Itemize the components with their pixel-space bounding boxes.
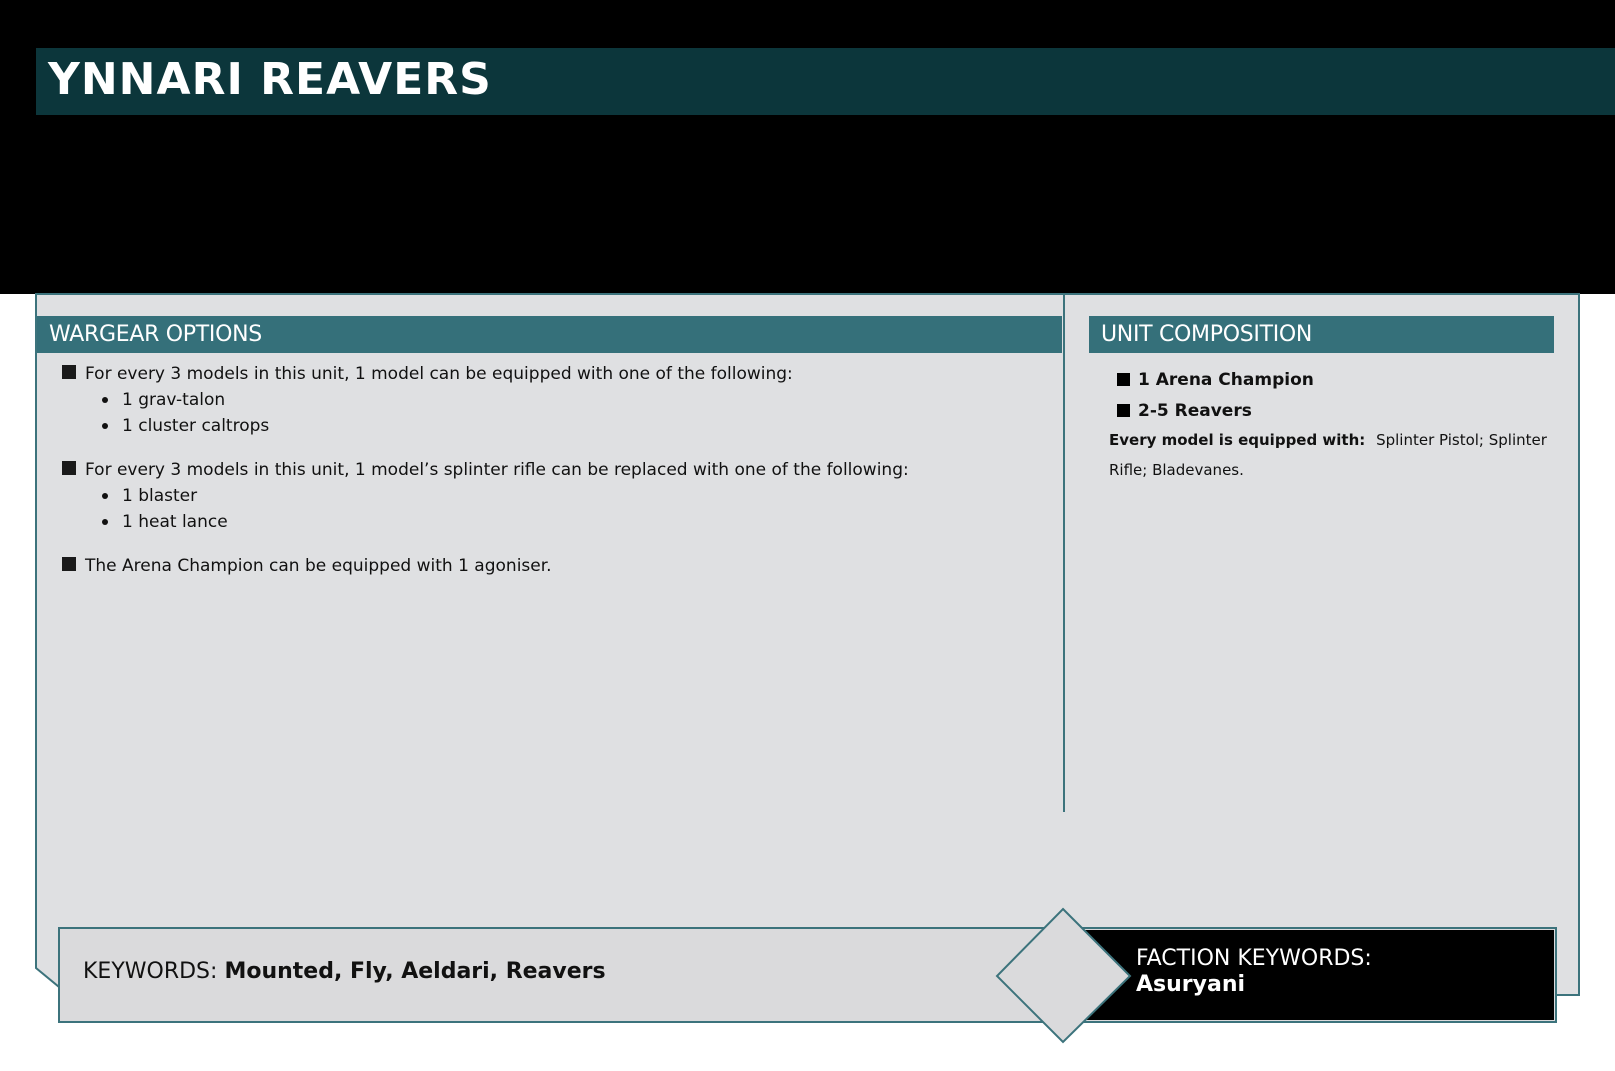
wargear-choice: 1 grav-talon <box>85 387 1052 413</box>
square-bullet-icon <box>62 365 76 379</box>
faction-keywords: FACTION KEYWORDS: Asuryani <box>1136 946 1372 998</box>
bullet-dot-icon <box>102 493 108 499</box>
keywords-values: Mounted, Fly, Aeldari, Reavers <box>224 959 606 984</box>
equipment-label: Every model is equipped with: <box>1109 431 1366 449</box>
wargear-options-title: WARGEAR OPTIONS <box>49 322 262 347</box>
wargear-option-text: The Arena Champion can be equipped with … <box>85 556 552 576</box>
wargear-choice-label: 1 cluster caltrops <box>122 416 270 436</box>
composition-item-label: 2-5 Reavers <box>1138 401 1252 421</box>
wargear-choice-label: 1 heat lance <box>122 512 228 532</box>
wargear-options-header: WARGEAR OPTIONS <box>37 316 1062 353</box>
wargear-option-text: For every 3 models in this unit, 1 model… <box>85 364 793 384</box>
wargear-option: For every 3 models in this unit, 1 model… <box>62 362 1052 439</box>
wargear-option: The Arena Champion can be equipped with … <box>62 554 1052 579</box>
keywords: KEYWORDS: Mounted, Fly, Aeldari, Reavers <box>83 957 606 987</box>
square-bullet-icon <box>62 557 76 571</box>
wargear-choice-label: 1 blaster <box>122 486 198 506</box>
wargear-choice: 1 blaster <box>85 483 1052 509</box>
equipment-note: Every model is equipped with: Splinter P… <box>1109 425 1555 485</box>
wargear-option-text: For every 3 models in this unit, 1 model… <box>85 460 909 480</box>
bullet-dot-icon <box>102 397 108 403</box>
wargear-choice-list: 1 grav-talon 1 cluster caltrops <box>85 387 1052 439</box>
wargear-options-list: For every 3 models in this unit, 1 model… <box>62 362 1052 598</box>
composition-item-label: 1 Arena Champion <box>1138 370 1314 390</box>
faction-keywords-values: Asuryani <box>1136 972 1246 997</box>
composition-item: 1 Arena Champion <box>1117 365 1547 396</box>
square-bullet-icon <box>1117 373 1130 386</box>
wargear-choice-label: 1 grav-talon <box>122 390 226 410</box>
bullet-dot-icon <box>102 423 108 429</box>
unit-composition-list: 1 Arena Champion 2-5 Reavers <box>1117 365 1547 427</box>
wargear-choice-list: 1 blaster 1 heat lance <box>85 483 1052 535</box>
square-bullet-icon <box>62 461 76 475</box>
unit-composition-title: UNIT COMPOSITION <box>1101 322 1313 347</box>
faction-keywords-label: FACTION KEYWORDS: <box>1136 946 1372 971</box>
wargear-option: For every 3 models in this unit, 1 model… <box>62 458 1052 535</box>
composition-item: 2-5 Reavers <box>1117 396 1547 427</box>
square-bullet-icon <box>1117 404 1130 417</box>
wargear-choice: 1 heat lance <box>85 509 1052 535</box>
unit-composition-header: UNIT COMPOSITION <box>1089 316 1554 353</box>
bullet-dot-icon <box>102 519 108 525</box>
keywords-label: KEYWORDS: <box>83 959 218 984</box>
wargear-choice: 1 cluster caltrops <box>85 413 1052 439</box>
